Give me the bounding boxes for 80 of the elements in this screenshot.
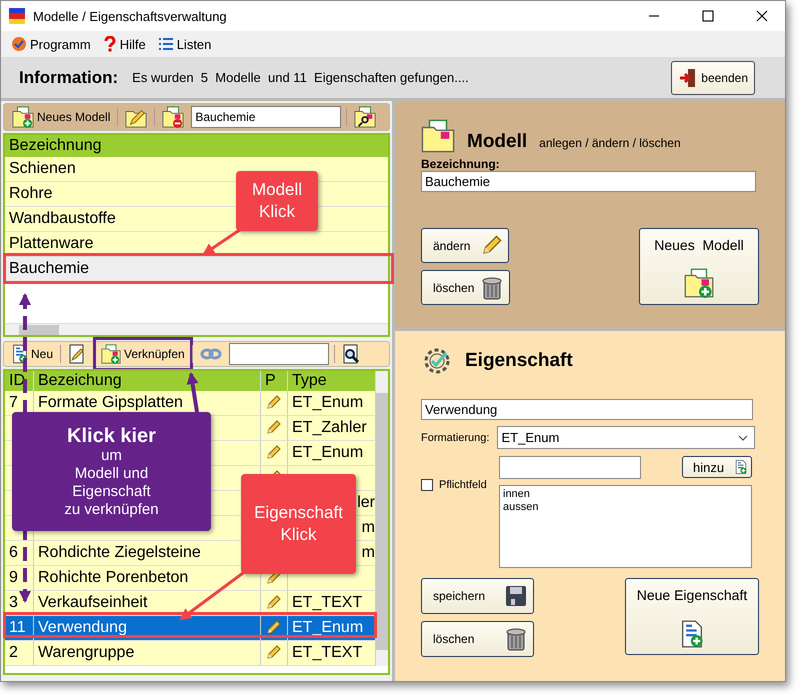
menu-item[interactable]: Listen	[158, 36, 212, 52]
column-header: Bezeichung	[34, 371, 261, 391]
new-property-button[interactable]: Neue Eigenschaft	[625, 578, 759, 655]
folder-minus-icon	[162, 106, 184, 128]
property-name-field[interactable]: Verwendung	[421, 399, 753, 420]
new-model-button[interactable]: Neues Modell	[10, 106, 112, 128]
field-label: Bezeichnung:	[421, 157, 501, 171]
question-mark-icon	[102, 36, 117, 52]
delete-model-button[interactable]	[160, 106, 186, 128]
save-button[interactable]: speichern	[421, 578, 534, 614]
pencil-icon	[265, 445, 281, 461]
horizontal-scrollbar[interactable]	[5, 323, 388, 335]
find-model-button[interactable]	[352, 106, 378, 128]
exit-button[interactable]: beenden	[671, 60, 755, 94]
pencil-icon	[265, 620, 281, 636]
delete-button[interactable]: löschen	[421, 270, 510, 305]
table-cell: 2	[5, 641, 34, 666]
pencil-icon	[265, 395, 281, 411]
exit-door-icon	[678, 66, 696, 88]
add-button[interactable]: hinzu	[682, 456, 752, 478]
table-cell: Rohichte Porenbeton	[34, 566, 261, 591]
table-cell: ET_Enum	[288, 391, 376, 416]
new-property-button[interactable]: Neu	[10, 343, 56, 365]
model-search-field[interactable]: Bauchemie	[191, 106, 342, 128]
value-field[interactable]	[499, 456, 641, 479]
panel-subtitle: anlegen / ändern / löschen	[539, 136, 681, 150]
field-label: Formatierung:	[421, 432, 490, 444]
folder-icon	[421, 119, 455, 153]
model-row[interactable]: Schienen	[5, 157, 388, 182]
checkbox-label: Pflichtfeld	[439, 479, 487, 491]
pencil-icon	[265, 645, 281, 661]
folder-plus-icon	[12, 106, 34, 128]
window-title: Modelle / Eigenschaftsverwaltung	[33, 8, 228, 24]
info-label: Information:	[19, 68, 118, 88]
column-header: P	[261, 371, 288, 391]
menu-item[interactable]: Programm	[11, 36, 91, 52]
trash-icon	[505, 627, 527, 651]
edit-button[interactable]: ändern	[421, 228, 509, 263]
chevron-down-icon	[738, 434, 748, 440]
trash-icon	[481, 276, 503, 300]
pencil-icon	[265, 595, 281, 611]
table-cell: ET_TEXT	[288, 641, 376, 666]
vertical-scrollbar[interactable]	[376, 371, 388, 666]
delete-button[interactable]: löschen	[421, 621, 534, 657]
column-header: Type	[288, 371, 376, 391]
folder-plus-icon	[101, 344, 122, 364]
pencil-icon	[480, 234, 502, 256]
table-cell: 6	[5, 541, 34, 566]
app-icon	[9, 8, 25, 24]
globe-check-icon	[11, 36, 27, 52]
checkbox[interactable]	[421, 479, 433, 491]
document-plus-icon	[735, 459, 747, 475]
document-plus-icon	[680, 620, 704, 648]
menu-item[interactable]: Hilfe	[102, 36, 146, 52]
model-row[interactable]: Bauchemie	[5, 257, 388, 282]
panel-title: Eigenschaft	[465, 350, 573, 372]
folder-plus-icon	[684, 268, 714, 298]
value-list[interactable]: innen aussen	[499, 485, 752, 568]
document-search-icon	[342, 344, 360, 364]
document-pencil-icon	[68, 344, 86, 364]
info-message: Es wurden 5 Modelle und 11 Eigenschaften gefungen....	[132, 70, 470, 85]
property-search-field[interactable]	[228, 343, 329, 365]
model-name-field[interactable]: Bauchemie	[421, 171, 756, 192]
format-dropdown[interactable]: ET_Enum	[497, 426, 756, 449]
list-item[interactable]: aussen	[503, 501, 748, 514]
list-item[interactable]: innen	[503, 488, 748, 501]
table-cell: 9	[5, 566, 34, 591]
tooltip-heading: Modell	[252, 179, 302, 201]
table-cell: ET_Enum	[288, 441, 376, 466]
list-icon	[158, 37, 174, 51]
new-model-button[interactable]: Neues Modell	[639, 228, 759, 305]
table-cell: ET_Zahler	[288, 416, 376, 441]
link-button[interactable]: Verknüpfen	[99, 343, 187, 365]
pencil-icon	[265, 420, 281, 436]
panel-title: Modell	[467, 131, 528, 153]
tooltip-heading: Klick kier	[67, 424, 156, 446]
table-cell: Warengruppe	[34, 641, 261, 666]
column-header: Bezeichnung	[5, 135, 388, 157]
tooltip-text: um Modell und Eigenschaft zu verknüpfen	[64, 446, 159, 518]
folder-search-icon	[354, 106, 376, 128]
